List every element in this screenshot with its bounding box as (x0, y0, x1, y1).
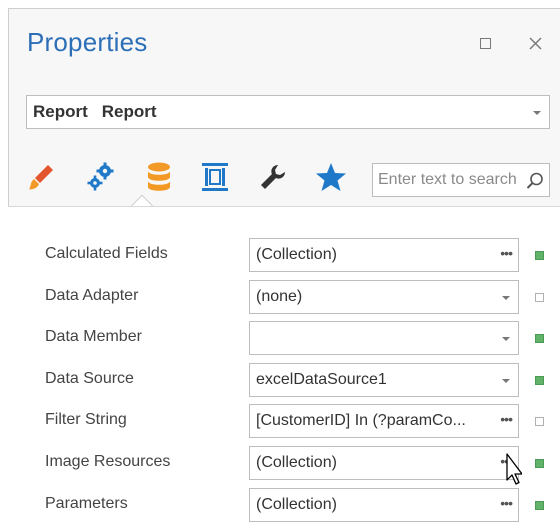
property-row: Data Source excelDataSource1 (8, 360, 560, 402)
property-label: Filter String (45, 411, 127, 428)
property-tabs-toolbar (17, 157, 369, 197)
default-marker (535, 293, 544, 302)
modified-marker (535, 459, 544, 468)
modified-marker (535, 334, 544, 343)
chevron-down-icon[interactable] (502, 379, 510, 383)
mouse-pointer-icon (506, 453, 522, 485)
ellipsis-button[interactable]: ••• (500, 495, 513, 511)
wrench-icon (261, 165, 285, 189)
tab-behavior[interactable] (81, 157, 121, 197)
ellipsis-button[interactable]: ••• (500, 411, 513, 427)
property-value: (Collection) (256, 454, 337, 471)
property-label: Calculated Fields (45, 245, 168, 262)
panel-title: Properties (27, 27, 148, 57)
search-icon[interactable] (525, 171, 545, 191)
chevron-down-icon (533, 111, 541, 115)
database-icon (148, 162, 170, 191)
property-value-editor[interactable] (249, 321, 519, 355)
modified-marker (535, 376, 544, 385)
close-icon (528, 36, 542, 50)
property-row: Data Adapter (none) (8, 277, 560, 319)
property-row: Image Resources (Collection) ••• (8, 443, 560, 485)
chevron-down-icon[interactable] (502, 296, 510, 300)
star-icon (316, 163, 346, 191)
property-value-editor[interactable]: (Collection) ••• (249, 238, 519, 272)
object-name: Report (101, 102, 157, 121)
property-label: Data Source (45, 370, 134, 387)
property-label: Image Resources (45, 453, 171, 470)
property-value-editor[interactable]: (Collection) ••• (249, 488, 519, 522)
brush-icon (29, 165, 53, 190)
property-row: Calculated Fields (Collection) ••• (8, 235, 560, 277)
modified-marker (535, 501, 544, 510)
tab-appearance[interactable] (21, 157, 61, 197)
property-value-editor[interactable]: (Collection) ••• (249, 446, 519, 480)
object-type: Report (33, 102, 88, 121)
property-value-editor[interactable]: [CustomerID] In (?paramCo... ••• (249, 404, 519, 438)
property-row: Data Member (8, 318, 560, 360)
property-value: (none) (256, 288, 303, 305)
default-marker (535, 417, 544, 426)
property-value: excelDataSource1 (256, 371, 387, 388)
search-input[interactable] (373, 165, 519, 195)
property-value: [CustomerID] In (?paramCo... (256, 412, 466, 429)
object-selector-dropdown[interactable]: Report Report (26, 95, 550, 129)
property-label: Parameters (45, 495, 128, 512)
ellipsis-button[interactable]: ••• (500, 245, 513, 261)
maximize-button[interactable] (473, 31, 497, 55)
tab-design[interactable] (195, 157, 235, 197)
property-search-box (372, 163, 550, 197)
property-row: Filter String [CustomerID] In (?paramCo.… (8, 401, 560, 443)
tab-data[interactable] (139, 157, 179, 197)
property-value: (Collection) (256, 496, 337, 513)
property-label: Data Member (45, 328, 142, 345)
property-value-editor[interactable]: excelDataSource1 (249, 363, 519, 397)
property-grid: Calculated Fields (Collection) ••• Data … (8, 206, 560, 524)
gears-icon (87, 162, 114, 191)
property-value: (Collection) (256, 246, 337, 263)
close-button[interactable] (523, 31, 547, 55)
tab-layout[interactable] (253, 157, 293, 197)
property-value-editor[interactable]: (none) (249, 280, 519, 314)
report-band-icon (202, 163, 228, 191)
maximize-icon (479, 37, 491, 49)
property-row: Parameters (Collection) ••• (8, 485, 560, 527)
modified-marker (535, 251, 544, 260)
tab-favorites[interactable] (311, 157, 351, 197)
chevron-down-icon[interactable] (502, 337, 510, 341)
property-label: Data Adapter (45, 287, 139, 304)
